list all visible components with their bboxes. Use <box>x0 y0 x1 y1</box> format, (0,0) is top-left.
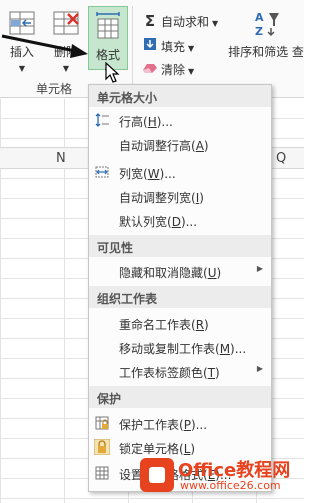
clear-label: 清除 <box>161 63 186 77</box>
format-cells-icon <box>96 12 120 39</box>
menu-item-rename-sheet[interactable]: 重命名工作表(R) <box>89 312 271 334</box>
section-cell-size: 单元格大小 <box>89 85 271 107</box>
mouse-cursor-icon <box>105 62 120 83</box>
autosum-label: 自动求和 <box>161 15 210 29</box>
format-dropdown-menu: 单元格大小 行高(H)... 自动调整行高(A) 列宽(W)... 自动调整列宽… <box>88 84 272 492</box>
chevron-down-icon: ▼ <box>18 64 26 73</box>
column-header-n[interactable]: N <box>56 151 66 166</box>
sort-filter-icon: A Z <box>255 11 279 38</box>
menu-item-default-width[interactable]: 默认列宽(D)... <box>89 209 271 231</box>
chevron-down-icon: ▼ <box>212 19 219 28</box>
autosum-button[interactable]: Σ 自动求和 ▼ <box>142 12 218 30</box>
arrow-annotation <box>1 34 88 58</box>
clear-button[interactable]: 清除 ▼ <box>142 61 194 78</box>
chevron-down-icon: ▼ <box>188 44 195 53</box>
format-cells-dialog-icon <box>95 466 109 480</box>
sort-filter-button[interactable]: A Z 排序和筛选 查 <box>228 8 304 60</box>
menu-item-autofit-column-width[interactable]: 自动调整列宽(I) <box>89 185 271 207</box>
row-height-icon <box>95 113 109 127</box>
eraser-icon <box>142 62 158 77</box>
watermark-url: www.office26.com <box>180 479 281 492</box>
menu-item-hide-unhide[interactable]: 隐藏和取消隐藏(U) ▶ <box>89 260 271 282</box>
menu-item-tab-color[interactable]: 工作表标签颜色(T) ▶ <box>89 360 271 382</box>
fill-label: 填充 <box>161 40 186 54</box>
watermark: Office教程网 www.office26.com <box>140 454 304 496</box>
lock-icon <box>94 439 110 455</box>
menu-item-row-height[interactable]: 行高(H)... <box>89 109 271 131</box>
section-organize-sheets: 组织工作表 <box>89 286 271 308</box>
column-header-q[interactable]: Q <box>276 151 286 166</box>
section-protection: 保护 <box>89 386 271 408</box>
menu-item-autofit-row-height[interactable]: 自动调整行高(A) <box>89 133 271 155</box>
cells-group-label: 单元格 <box>36 82 73 96</box>
office-logo-icon <box>140 458 174 492</box>
section-visibility: 可见性 <box>89 235 271 257</box>
menu-item-move-copy-sheet[interactable]: 移动或复制工作表(M)... <box>89 336 271 358</box>
menu-item-column-width[interactable]: 列宽(W)... <box>89 161 271 183</box>
fill-button[interactable]: 填充 ▼ <box>142 37 194 55</box>
submenu-arrow-icon: ▶ <box>256 364 263 373</box>
sigma-icon: Σ <box>144 12 156 30</box>
svg-text:A: A <box>255 11 264 24</box>
svg-text:Z: Z <box>255 25 263 38</box>
ribbon-divider <box>132 6 133 88</box>
submenu-arrow-icon: ▶ <box>256 264 263 273</box>
sort-filter-label: 排序和筛选 <box>228 45 289 59</box>
chevron-down-icon: ▼ <box>62 64 70 73</box>
find-select-label-partial: 查 <box>291 45 304 59</box>
fill-down-icon <box>142 37 158 54</box>
column-width-icon <box>95 166 109 178</box>
menu-item-protect-sheet[interactable]: 保护工作表(P)... <box>89 412 271 434</box>
format-label: 格式 <box>95 48 120 62</box>
chevron-down-icon: ▼ <box>188 67 195 76</box>
protect-sheet-icon <box>95 416 109 430</box>
